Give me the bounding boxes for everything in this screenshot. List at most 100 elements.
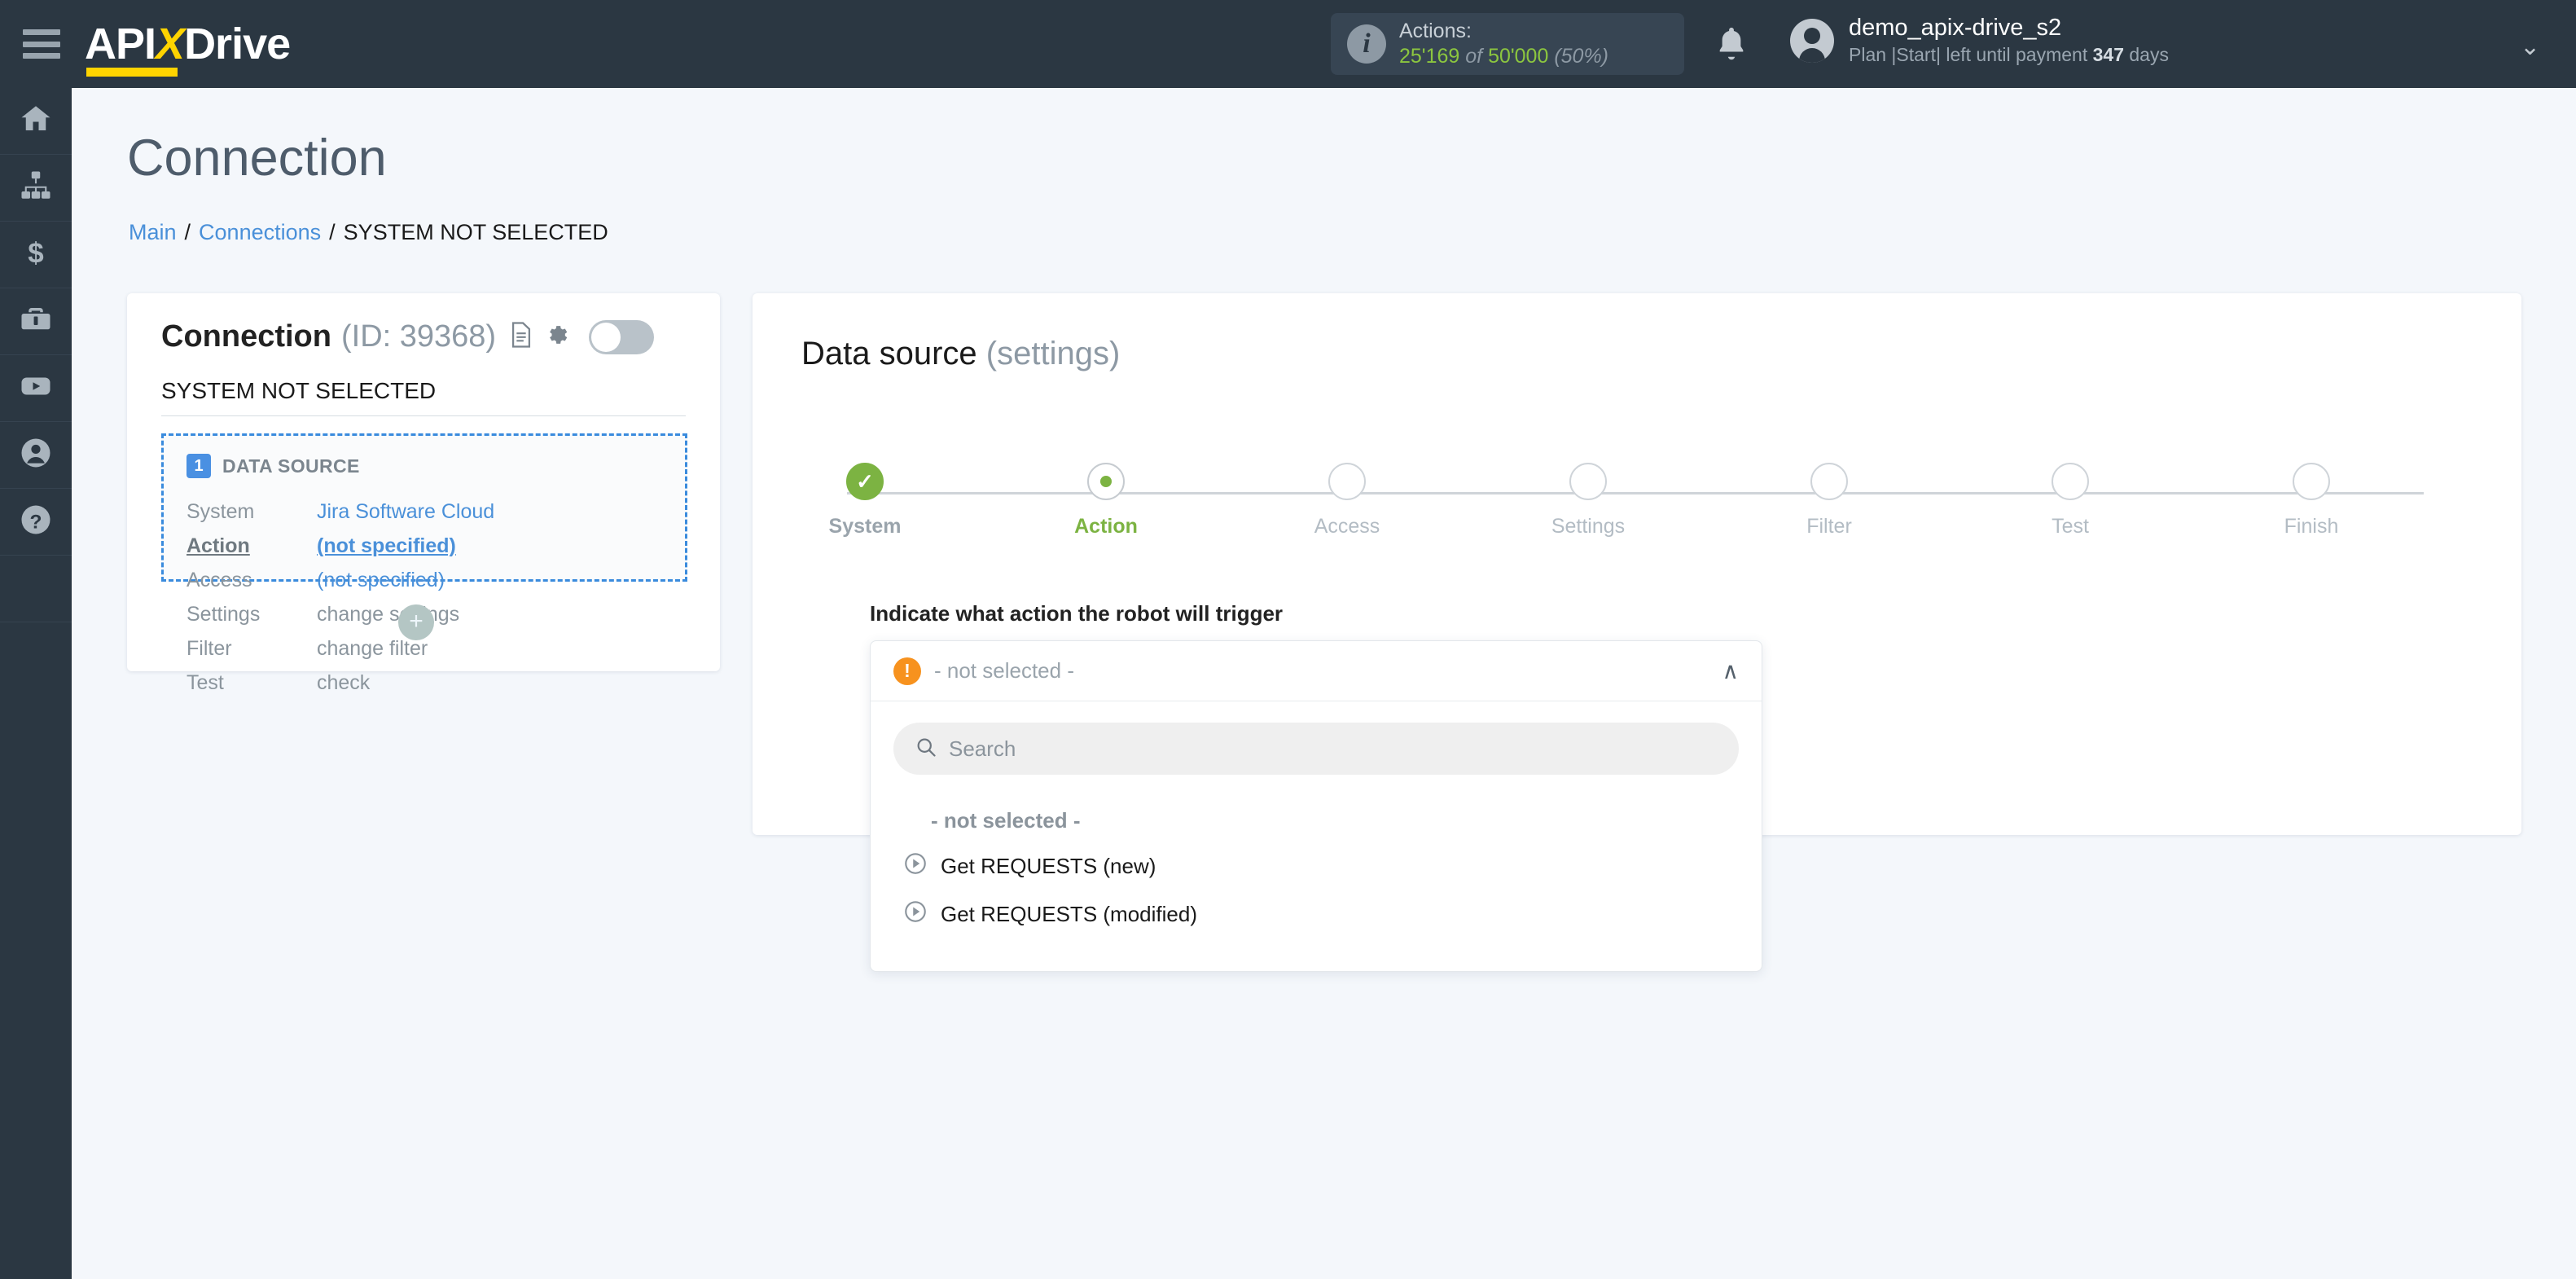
sidebar-item-connections[interactable]	[0, 155, 72, 222]
data-source-badge: 1	[187, 454, 211, 478]
connection-subtitle: SYSTEM NOT SELECTED	[161, 378, 686, 416]
sidebar-item-business[interactable]	[0, 288, 72, 355]
sidebar-item-extra[interactable]	[0, 556, 72, 622]
actions-used: 25'169	[1399, 45, 1460, 68]
user-plan-suffix: days	[2123, 44, 2169, 66]
dropdown-option-get-requests-new[interactable]: Get REQUESTS (new)	[893, 842, 1739, 890]
bell-icon[interactable]	[1714, 24, 1749, 64]
user-plan-prefix: Plan |Start| left until payment	[1849, 44, 2093, 66]
actions-counter[interactable]: i Actions: 25'169 of 50'000 (50%)	[1331, 13, 1684, 75]
step-action[interactable]: Action	[1041, 463, 1171, 538]
data-source-label: DATA SOURCE	[222, 455, 360, 477]
data-source-row-access[interactable]: Access (not specified)	[187, 563, 662, 597]
step-test[interactable]: Test	[2005, 463, 2135, 538]
logo-text: APIXDrive	[85, 20, 291, 77]
breadcrumb-main[interactable]: Main	[129, 220, 177, 244]
row-value[interactable]: (not specified)	[317, 563, 445, 597]
step-label: Access	[1314, 515, 1380, 538]
connection-card-title: Connection	[161, 319, 331, 354]
sidebar-item-billing[interactable]: $	[0, 222, 72, 288]
search-field[interactable]	[893, 723, 1739, 775]
row-key: Settings	[187, 603, 261, 626]
data-source-row-action[interactable]: Action (not specified)	[187, 529, 662, 563]
action-select-value: - not selected -	[934, 658, 1074, 683]
gear-icon[interactable]	[543, 323, 568, 351]
dropdown-option-not-selected[interactable]: - not selected -	[893, 799, 1739, 842]
row-value[interactable]: check	[317, 666, 370, 700]
add-block-button[interactable]: +	[398, 604, 434, 640]
connection-enable-toggle[interactable]	[589, 319, 655, 354]
panel-title-muted: (settings)	[985, 336, 1121, 371]
hamburger-icon[interactable]	[23, 29, 60, 59]
panel-title-main: Data source	[801, 336, 977, 371]
user-avatar-icon	[1790, 18, 1834, 63]
actions-text: Actions: 25'169 of 50'000 (50%)	[1399, 19, 1608, 70]
row-value[interactable]: Jira Software Cloud	[317, 494, 494, 529]
step-indicator	[1569, 463, 1607, 500]
sidebar-item-video[interactable]	[0, 355, 72, 422]
youtube-icon	[19, 369, 53, 407]
row-value[interactable]: (not specified)	[317, 529, 456, 563]
step-label: Test	[2052, 515, 2089, 538]
row-value[interactable]: change settings	[317, 597, 459, 631]
step-indicator	[2052, 463, 2089, 500]
user-menu[interactable]: demo_apix-drive_s2 Plan |Start| left unt…	[1790, 13, 2169, 68]
breadcrumb-separator-2: /	[329, 220, 336, 244]
breadcrumb-separator-1: /	[184, 220, 191, 244]
dropdown-option-get-requests-modified[interactable]: Get REQUESTS (modified)	[893, 890, 1739, 938]
step-label: System	[828, 515, 902, 538]
search-input[interactable]	[949, 736, 1718, 762]
user-info: demo_apix-drive_s2 Plan |Start| left unt…	[1849, 13, 2169, 68]
chevron-down-icon[interactable]: ⌄	[2520, 33, 2540, 61]
data-source-block[interactable]: 1 DATA SOURCE System Jira Software Cloud…	[161, 433, 687, 694]
step-label: Action	[1074, 515, 1138, 538]
actions-percent: (50%)	[1554, 45, 1608, 68]
step-label: Finish	[2284, 515, 2339, 538]
step-system[interactable]: System	[800, 463, 930, 538]
apix-drive-logo[interactable]: APIXDrive	[85, 0, 291, 88]
warning-icon: !	[893, 657, 921, 685]
logo-x-text: X	[156, 20, 185, 68]
user-plan: Plan |Start| left until payment 347 days	[1849, 42, 2169, 68]
page-title: Connection	[127, 130, 387, 187]
home-icon	[19, 102, 53, 140]
step-indicator	[2293, 463, 2330, 500]
step-indicator	[1328, 463, 1366, 500]
sidebar: $ ?	[0, 88, 72, 1279]
data-source-row-system[interactable]: System Jira Software Cloud	[187, 494, 662, 529]
actions-of: of	[1465, 45, 1483, 68]
user-name: demo_apix-drive_s2	[1849, 15, 2062, 41]
connection-id: (ID: 39368)	[340, 319, 497, 354]
chevron-up-icon[interactable]: ∧	[1722, 657, 1740, 684]
step-indicator-done	[846, 463, 884, 500]
dropdown-option-label: Get REQUESTS (new)	[941, 854, 1156, 878]
breadcrumb-current: SYSTEM NOT SELECTED	[343, 220, 608, 244]
data-source-row-test[interactable]: Test check	[187, 666, 662, 700]
action-dropdown: - not selected - Get REQUESTS (new) Get …	[871, 701, 1762, 971]
document-icon[interactable]	[509, 321, 533, 353]
account-icon	[19, 436, 53, 474]
sidebar-item-home[interactable]	[0, 88, 72, 155]
step-settings[interactable]: Settings	[1523, 463, 1653, 538]
actions-usage: 25'169 of 50'000 (50%)	[1399, 44, 1608, 69]
play-icon	[903, 851, 941, 881]
breadcrumb-connections[interactable]: Connections	[199, 220, 321, 244]
sidebar-item-account[interactable]	[0, 422, 72, 489]
action-select-trigger[interactable]: ! - not selected - ∧	[871, 641, 1762, 701]
breadcrumb: Main / Connections / SYSTEM NOT SELECTED	[129, 220, 608, 245]
step-access[interactable]: Access	[1282, 463, 1412, 538]
svg-text:$: $	[28, 237, 43, 269]
step-filter[interactable]: Filter	[1764, 463, 1894, 538]
sidebar-item-help[interactable]: ?	[0, 489, 72, 556]
actions-title: Actions:	[1399, 19, 1472, 42]
row-key: Access	[187, 569, 252, 591]
user-plan-days: 347	[2092, 44, 2124, 66]
logo-underline	[86, 68, 178, 77]
data-source-heading: 1 DATA SOURCE	[187, 454, 662, 478]
dollar-icon: $	[19, 235, 53, 274]
step-finish[interactable]: Finish	[2246, 463, 2376, 538]
connections-icon	[19, 169, 53, 207]
step-indicator	[1810, 463, 1848, 500]
step-indicator-current	[1087, 463, 1125, 500]
logo-drive-text: Drive	[184, 20, 291, 68]
